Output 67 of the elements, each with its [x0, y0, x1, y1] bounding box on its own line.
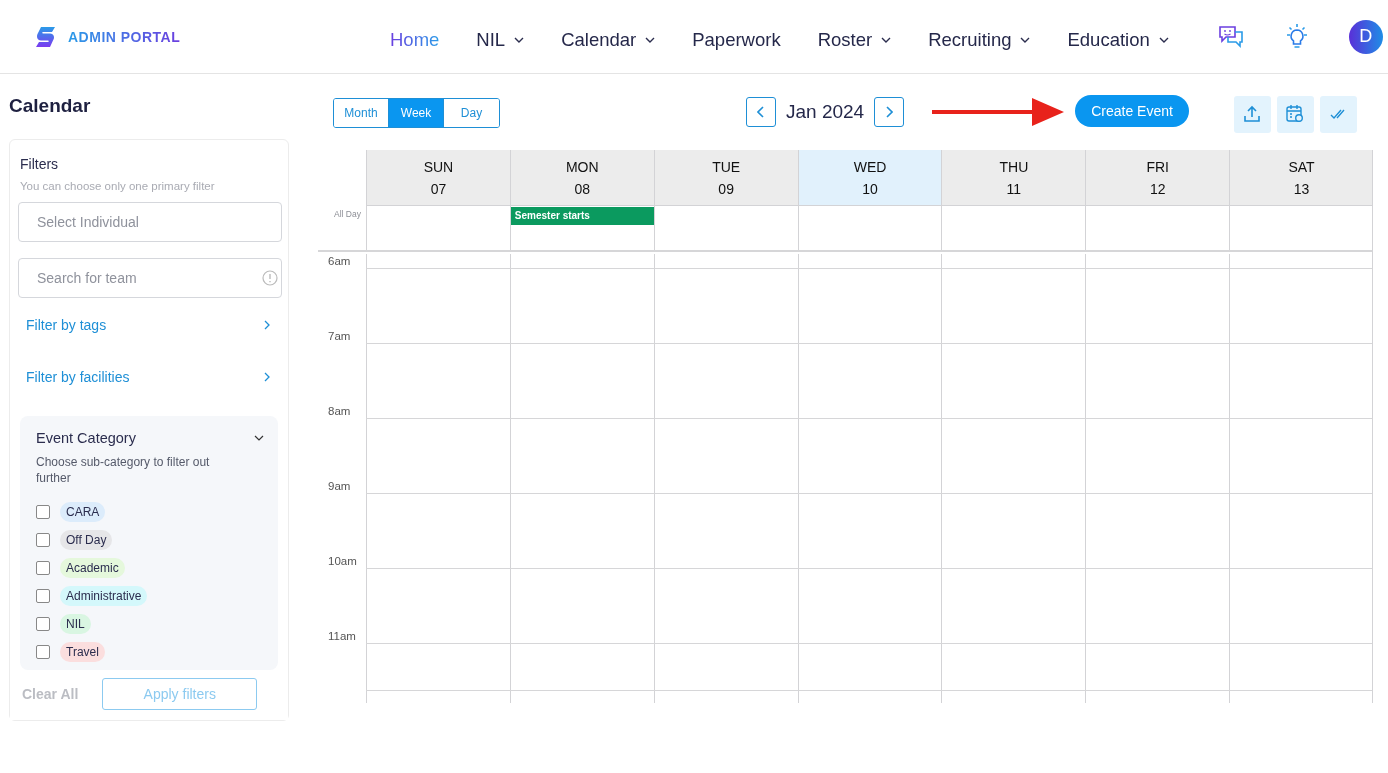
clear-all-button[interactable]: Clear All [16, 686, 79, 702]
hour-label: 8am [327, 405, 351, 418]
day-header: SAT 13 [1229, 150, 1373, 206]
chevron-right-icon [264, 372, 270, 382]
page-title: Calendar [9, 94, 92, 118]
team-search-field[interactable]: Search for team [18, 258, 282, 298]
day-header: WED 10 [797, 150, 942, 206]
chevron-down-icon [881, 36, 892, 43]
chevron-down-icon [514, 36, 525, 43]
nav-link[interactable]: Calendar [561, 28, 656, 51]
category-tag: Academic [60, 558, 125, 578]
category-tag: NIL [60, 614, 91, 634]
checkbox[interactable] [36, 645, 50, 659]
mark-all-button[interactable] [1319, 95, 1357, 133]
previous-button[interactable] [746, 97, 776, 127]
hour-label: 11am [327, 630, 356, 643]
chevron-icon[interactable] [254, 433, 264, 443]
next-button[interactable] [874, 97, 905, 127]
select-individual-field[interactable]: Select Individual [18, 202, 282, 242]
chevron-down-icon [1020, 36, 1031, 43]
info-icon[interactable] [262, 270, 278, 286]
view-tab[interactable]: Month [334, 99, 389, 127]
view-tab[interactable]: Week [389, 99, 444, 127]
chevron-left-icon [757, 106, 765, 118]
day-header: SUN 07 [366, 150, 510, 206]
category-tag: Travel [60, 642, 105, 662]
category-tag: Off Day [60, 530, 113, 550]
all-day-label: All Day [333, 208, 362, 219]
day-header: TUE 09 [653, 150, 798, 206]
category-tag: CARA [60, 502, 106, 522]
hour-label: 10am [327, 555, 357, 568]
category-tag: Administrative [60, 586, 148, 606]
filter-link[interactable]: Filter by tags [18, 314, 282, 336]
checkbox[interactable] [36, 617, 50, 631]
calendar-settings-button[interactable] [1276, 95, 1314, 133]
chevron-right-icon [264, 320, 270, 330]
hour-label: 9am [327, 480, 351, 493]
checkbox[interactable] [36, 505, 50, 519]
checkbox[interactable] [36, 533, 50, 547]
event-bar[interactable]: Semester starts [510, 207, 654, 225]
hour-label: 6am [327, 255, 351, 268]
chevron-down-icon [1158, 36, 1169, 43]
create-event-button[interactable]: Create Event [1075, 95, 1189, 127]
calendar-gear-icon [1285, 104, 1306, 124]
filters-title: Filters [20, 156, 60, 172]
period-label: Jan 2024 [786, 101, 865, 123]
upload-icon [1242, 104, 1263, 124]
nav-link[interactable]: NIL [476, 28, 525, 51]
filter-link[interactable]: Filter by facilities [18, 366, 282, 388]
nav-link[interactable]: Roster [817, 28, 892, 51]
nav-link[interactable]: Paperwork [692, 28, 781, 51]
checkbox[interactable] [36, 589, 50, 603]
hour-label: 7am [327, 330, 351, 343]
nav-link[interactable]: Education [1067, 28, 1169, 51]
chevron-down-icon [645, 36, 656, 43]
nav-link[interactable]: Recruiting [928, 28, 1031, 51]
category-hint: Choose sub-category to filter out further [36, 454, 211, 486]
chevron-right-icon [885, 106, 894, 118]
category-title: Event Category [36, 430, 136, 446]
upload-button[interactable] [1233, 95, 1271, 133]
logo-icon [34, 24, 58, 49]
day-header: MON 08 [509, 150, 654, 206]
day-header: FRI 12 [1085, 150, 1230, 206]
filters-hint: You can choose only one primary filter [20, 180, 216, 192]
checkbox[interactable] [36, 561, 50, 575]
day-header: THU 11 [941, 150, 1086, 206]
user-avatar[interactable]: D [1348, 19, 1383, 54]
